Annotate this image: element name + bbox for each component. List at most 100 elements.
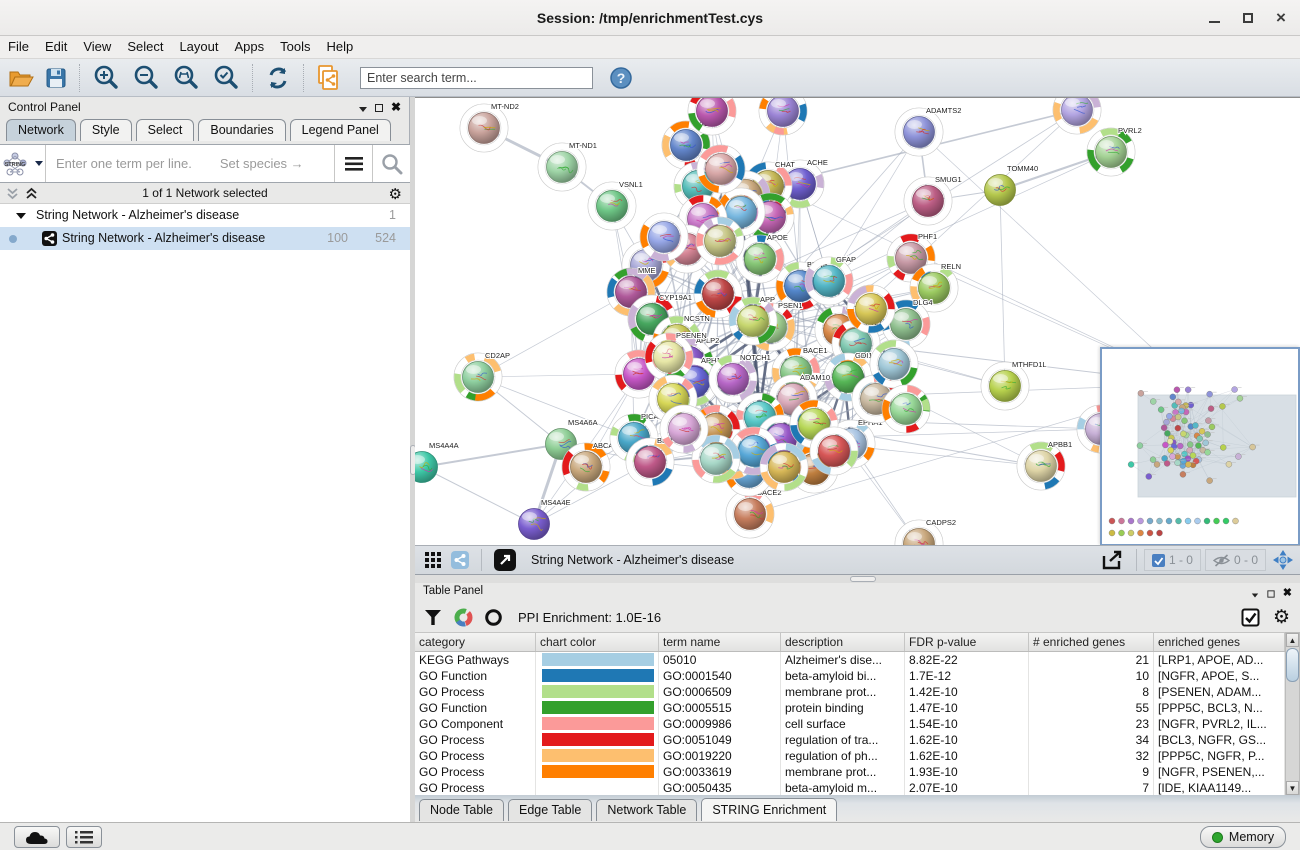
panel-close-icon[interactable]: ✖	[391, 100, 403, 114]
tab-node-table[interactable]: Node Table	[419, 799, 504, 821]
column-header-FDR-p-value[interactable]: FDR p-value	[905, 633, 1029, 651]
tab-edge-table[interactable]: Edge Table	[508, 799, 592, 821]
menu-select[interactable]: Select	[119, 36, 171, 57]
tab-select[interactable]: Select	[136, 119, 195, 141]
node[interactable]	[697, 145, 745, 193]
cloud-tasks-button[interactable]	[14, 826, 60, 848]
eye-slash-icon[interactable]	[1213, 554, 1230, 567]
table-row[interactable]: GO ComponentGO:0009986cell surface1.54E-…	[415, 716, 1285, 732]
node[interactable]	[640, 213, 688, 261]
node[interactable]	[660, 405, 708, 453]
table-scrollbar[interactable]: ▲ ▼	[1285, 632, 1300, 796]
node-mt-nd1[interactable]: MT-ND1	[538, 141, 597, 191]
column-header-enriched-genes[interactable]: enriched genes	[1154, 633, 1285, 651]
birds-eye-view[interactable]	[1100, 347, 1300, 546]
tab-boundaries[interactable]: Boundaries	[198, 119, 285, 141]
network-list-gear-icon[interactable]: ⚙	[389, 185, 402, 203]
grid-mode-icon[interactable]	[425, 552, 441, 568]
maximize-button[interactable]	[1242, 11, 1256, 25]
string-search-icon[interactable]	[373, 145, 410, 182]
node-smug1[interactable]: SMUG1	[904, 175, 962, 225]
node-apbb1[interactable]: APBB1	[1017, 440, 1072, 490]
table-row[interactable]: GO ProcessGO:0033619membrane prot...1.93…	[415, 764, 1285, 780]
tab-network-table[interactable]: Network Table	[596, 799, 697, 821]
tree-expander-icon[interactable]	[16, 213, 26, 219]
node-pvrl2[interactable]: PVRL2	[1087, 126, 1142, 176]
scrollbar-thumb[interactable]	[1286, 648, 1299, 682]
scroll-up-icon[interactable]: ▲	[1286, 633, 1299, 647]
menu-layout[interactable]: Layout	[171, 36, 226, 57]
set-species-label[interactable]: Set species →	[220, 156, 334, 171]
horizontal-splitter-handle[interactable]	[850, 576, 876, 582]
string-query-placeholder[interactable]: Enter one term per line.	[56, 156, 192, 171]
column-header-category[interactable]: category	[415, 633, 536, 651]
network-row-selected[interactable]: String Network - Alzheimer's disease 100…	[0, 227, 410, 250]
string-options-menu-icon[interactable]	[335, 145, 372, 182]
memory-button[interactable]: Memory	[1200, 826, 1286, 848]
column-header-chart-color[interactable]: chart color	[536, 633, 659, 651]
table-row[interactable]: KEGG Pathways05010Alzheimer's dise...8.8…	[415, 652, 1285, 668]
help-icon[interactable]: ?	[609, 66, 633, 90]
task-history-button[interactable]	[66, 826, 102, 848]
minimize-button[interactable]	[1208, 11, 1222, 25]
tab-string-enrichment[interactable]: STRING Enrichment	[701, 798, 837, 821]
close-button[interactable]: ×	[1274, 11, 1288, 25]
select-all-checkbox-icon[interactable]	[1241, 608, 1260, 627]
node[interactable]	[870, 340, 918, 388]
panel-float-icon[interactable]	[375, 104, 383, 112]
filter-icon[interactable]	[425, 610, 441, 625]
detach-view-icon[interactable]	[494, 549, 516, 571]
node-mthfd1l[interactable]: MTHFD1L	[981, 360, 1047, 410]
node-adamts2[interactable]: ADAMTS2	[895, 106, 961, 156]
menu-help[interactable]: Help	[319, 36, 362, 57]
menu-apps[interactable]: Apps	[227, 36, 273, 57]
search-input[interactable]	[360, 67, 593, 89]
zoom-selected-icon[interactable]	[211, 63, 241, 93]
node[interactable]	[696, 217, 744, 265]
table-row[interactable]: GO FunctionGO:0001540beta-amyloid bi...1…	[415, 668, 1285, 684]
enrichment-settings-gear-icon[interactable]: ⚙	[1273, 606, 1290, 629]
zoom-fit-icon[interactable]	[171, 63, 201, 93]
menu-file[interactable]: File	[0, 36, 37, 57]
birds-eye-toggle-icon[interactable]	[1272, 549, 1294, 571]
node-tomm40[interactable]: TOMM40	[985, 164, 1039, 206]
node-cd2ap[interactable]: CD2AP	[454, 351, 510, 401]
scroll-down-icon[interactable]: ▼	[1286, 781, 1299, 795]
node[interactable]	[810, 427, 858, 475]
view-share-icon[interactable]	[451, 551, 469, 569]
node-mt-nd2[interactable]: MT-ND2	[460, 102, 519, 152]
table-row[interactable]: GO ProcessGO:0051049regulation of tra...…	[415, 732, 1285, 748]
table-panel-menu-icon[interactable]	[1252, 593, 1258, 597]
node[interactable]	[847, 285, 895, 333]
selected-checkbox-icon[interactable]	[1152, 554, 1165, 567]
network-collection-row[interactable]: String Network - Alzheimer's disease 1	[0, 204, 410, 227]
string-protein-query-dropdown[interactable]: STRING	[0, 145, 46, 182]
refresh-icon[interactable]	[264, 64, 292, 92]
network-canvas[interactable]: MT-ND2MT-ND1VSNL1GAB2ADAMTS2PVRL2TOMM40S…	[415, 97, 1300, 545]
menu-edit[interactable]: Edit	[37, 36, 75, 57]
node[interactable]	[760, 443, 808, 491]
chart-donut-icon[interactable]	[454, 608, 473, 627]
panel-menu-icon[interactable]	[359, 107, 367, 112]
node-ms4a4e[interactable]: MS4A4E	[519, 498, 571, 540]
zoom-in-icon[interactable]	[91, 63, 121, 93]
table-row[interactable]: GO ProcessGO:0050435beta-amyloid m...2.0…	[415, 780, 1285, 796]
node[interactable]	[1053, 98, 1101, 134]
ring-chart-icon[interactable]	[484, 608, 503, 627]
node[interactable]	[882, 385, 930, 433]
table-panel-close-icon[interactable]: ✖	[1283, 586, 1294, 599]
collapse-all-icon[interactable]	[6, 187, 19, 200]
column-header-term-name[interactable]: term name	[659, 633, 781, 651]
table-row[interactable]: GO FunctionGO:0005515protein binding1.47…	[415, 700, 1285, 716]
tab-network[interactable]: Network	[6, 119, 76, 141]
column-header-description[interactable]: description	[781, 633, 905, 651]
export-network-icon[interactable]	[1100, 549, 1124, 571]
network-from-clipboard-icon[interactable]	[315, 63, 343, 93]
save-session-icon[interactable]	[44, 66, 68, 90]
zoom-out-icon[interactable]	[131, 63, 161, 93]
table-panel-float-icon[interactable]	[1267, 590, 1274, 597]
tab-style[interactable]: Style	[80, 119, 132, 141]
expand-all-icon[interactable]	[25, 187, 38, 200]
node[interactable]	[759, 98, 807, 135]
table-row[interactable]: GO ProcessGO:0006509membrane prot...1.42…	[415, 684, 1285, 700]
